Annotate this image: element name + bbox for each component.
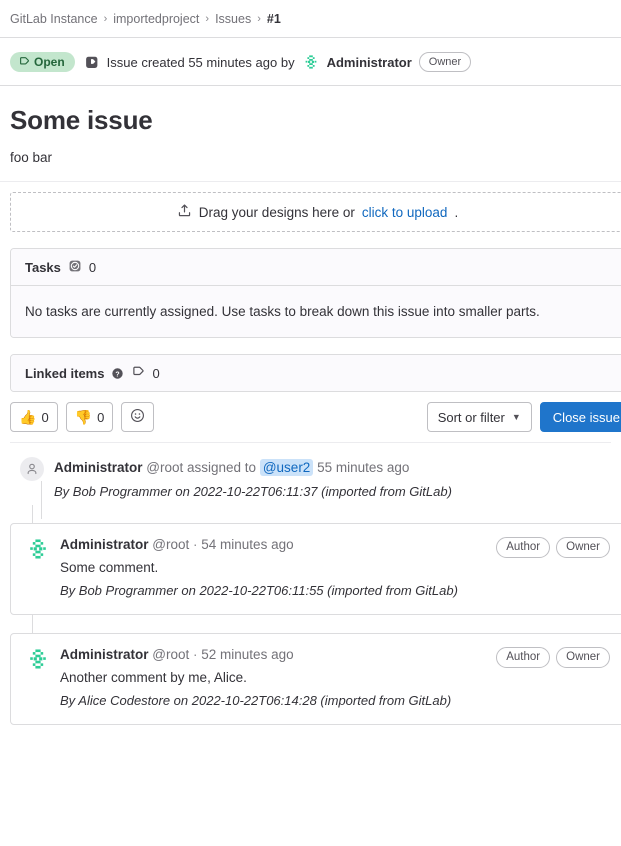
- thumbs-down-reaction-button[interactable]: 👎 0: [65, 402, 114, 432]
- page-title: Some issue: [10, 105, 153, 135]
- issue-description: foo bar: [0, 136, 621, 182]
- comment-author[interactable]: Administrator: [60, 647, 149, 662]
- comment-timestamp[interactable]: 52 minutes ago: [201, 647, 293, 662]
- linked-items-panel-header: Linked items ? 0: [11, 355, 621, 391]
- breadcrumb-separator: ›: [257, 12, 261, 25]
- tasks-count: 0: [88, 260, 97, 275]
- breadcrumb-separator: ›: [205, 12, 210, 25]
- timeline-connector: [32, 615, 33, 634]
- comment-card: Administrator @root · 54 minutes ago Som…: [10, 505, 621, 615]
- tasks-section: Tasks 0 No tasks are currently assigned.…: [0, 232, 621, 338]
- comment-card: Administrator @root · 52 minutes ago Ano…: [10, 615, 621, 725]
- role-badge: Owner: [418, 52, 472, 72]
- activity-feed: Administrator @root assigned to @user2 5…: [0, 443, 621, 725]
- svg-text:?: ?: [116, 371, 120, 378]
- author-badge: Author: [496, 647, 551, 668]
- timeline-connector: [41, 481, 42, 519]
- issue-status-row: Open Issue created 55 minutes ago by Adm…: [0, 38, 621, 86]
- add-reaction-button[interactable]: [121, 402, 155, 432]
- issue-page: GitLab Instance › importedproject › Issu…: [0, 0, 621, 846]
- issue-author-link[interactable]: Administrator: [327, 55, 412, 70]
- comment-header: Administrator @root · 54 minutes ago Som…: [25, 536, 610, 600]
- system-note-text: Administrator @root assigned to @user2 5…: [54, 458, 452, 478]
- smiley-face-icon: [130, 408, 145, 426]
- avatar: [25, 536, 51, 562]
- close-issue-button[interactable]: Close issue: [539, 402, 621, 432]
- comment-separator: ·: [193, 647, 198, 662]
- comment-main: Administrator @root · 52 minutes ago Ano…: [60, 646, 487, 710]
- timeline-connector: [32, 505, 33, 524]
- breadcrumb-item-project[interactable]: importedproject: [113, 12, 199, 26]
- thumbs-down-count: 0: [97, 409, 105, 425]
- system-note-actor[interactable]: Administrator: [54, 460, 143, 475]
- upload-icon: [177, 203, 192, 221]
- linked-items-count: 0: [152, 366, 160, 381]
- system-note-timestamp[interactable]: 55 minutes ago: [317, 460, 409, 475]
- issue-title-wrap: Some issue: [0, 86, 621, 136]
- sort-or-filter-button[interactable]: Sort or filter ▼: [426, 402, 532, 432]
- chevron-down-icon: ▼: [511, 411, 521, 422]
- system-note-body: Administrator @root assigned to @user2 5…: [54, 457, 452, 501]
- breadcrumb: GitLab Instance › importedproject › Issu…: [0, 0, 621, 38]
- system-note: Administrator @root assigned to @user2 5…: [10, 443, 611, 519]
- dropzone-text-end: .: [454, 204, 459, 220]
- linked-items-title: Linked items: [25, 366, 105, 381]
- thumbs-up-icon: 👍: [19, 409, 37, 425]
- comment-badges: Author Owner: [496, 537, 610, 558]
- issue-created-text: Issue created 55 minutes ago by: [106, 54, 295, 70]
- breadcrumb-item-issues[interactable]: Issues: [215, 12, 251, 26]
- status-badge-label: Open: [34, 55, 65, 69]
- issue-open-icon: [18, 56, 30, 68]
- comment-body: Some comment.: [60, 560, 159, 575]
- breadcrumb-item-group[interactable]: GitLab Instance: [10, 12, 98, 26]
- comment-timestamp[interactable]: 54 minutes ago: [201, 537, 293, 552]
- sort-or-filter-label: Sort or filter: [437, 409, 505, 425]
- thumbs-down-icon: 👎: [74, 409, 93, 425]
- avatar: [25, 646, 51, 672]
- issue-type-icon: [131, 365, 145, 382]
- task-done-icon: [68, 259, 82, 276]
- tasks-title: Tasks: [25, 260, 61, 275]
- comment-byline: Administrator @root · 54 minutes ago: [60, 536, 487, 554]
- system-note-action: assigned to: [187, 460, 257, 475]
- designs-section: Drag your designs here or click to uploa…: [0, 182, 621, 232]
- tasks-panel-header: Tasks 0: [11, 249, 621, 286]
- issue-type-icon: [85, 55, 100, 70]
- thumbs-up-count: 0: [41, 409, 49, 425]
- breadcrumb-item-current[interactable]: #1: [267, 12, 281, 26]
- owner-badge: Owner: [556, 537, 610, 558]
- design-dropzone[interactable]: Drag your designs here or click to uploa…: [10, 192, 621, 232]
- user-icon: [20, 457, 44, 481]
- author-badge: Author: [496, 537, 551, 558]
- comment-header: Administrator @root · 52 minutes ago Ano…: [25, 646, 610, 710]
- comment-author[interactable]: Administrator: [60, 537, 149, 552]
- avatar: [301, 53, 320, 71]
- system-note-handle: @root: [146, 460, 184, 475]
- linked-items-section: Linked items ? 0: [0, 338, 621, 392]
- comment-handle: @root: [152, 537, 190, 552]
- comment-body: Another comment by me, Alice.: [60, 670, 247, 685]
- assignee-mention[interactable]: @user2: [259, 459, 314, 476]
- activity-toolbar: 👍 0 👎 0 Sort or filter ▼ Close issue: [0, 392, 621, 432]
- comment-handle: @root: [152, 647, 190, 662]
- click-to-upload-link[interactable]: click to upload: [362, 205, 448, 220]
- comment-main: Administrator @root · 54 minutes ago Som…: [60, 536, 487, 600]
- linked-items-panel: Linked items ? 0: [10, 354, 621, 392]
- question-circle-icon[interactable]: ?: [111, 367, 124, 380]
- comment-badges: Author Owner: [496, 647, 610, 668]
- dropzone-text: Drag your designs here or: [198, 204, 355, 220]
- comment-separator: ·: [193, 537, 198, 552]
- owner-badge: Owner: [556, 647, 610, 668]
- tasks-panel: Tasks 0 No tasks are currently assigned.…: [10, 248, 621, 338]
- imported-note: By Alice Codestore on 2022-10-22T06:14:2…: [60, 693, 452, 708]
- thumbs-up-reaction-button[interactable]: 👍 0: [10, 402, 58, 432]
- imported-note: By Bob Programmer on 2022-10-22T06:11:37…: [54, 484, 452, 499]
- tasks-empty-state: No tasks are currently assigned. Use tas…: [11, 286, 621, 337]
- status-badge: Open: [10, 52, 75, 72]
- breadcrumb-separator: ›: [103, 12, 108, 25]
- imported-note: By Bob Programmer on 2022-10-22T06:11:55…: [60, 583, 458, 598]
- comment-byline: Administrator @root · 52 minutes ago: [60, 646, 487, 664]
